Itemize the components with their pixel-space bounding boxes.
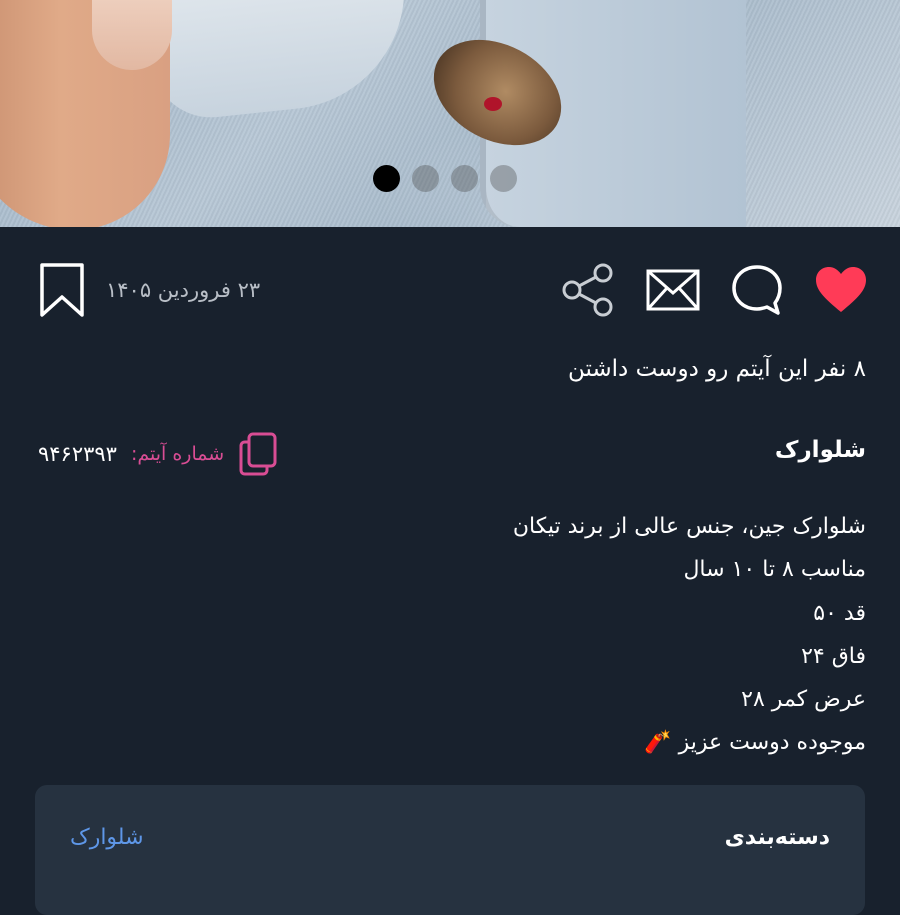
- description-line: قد ۵۰: [813, 600, 866, 626]
- category-link[interactable]: شلوارک: [70, 825, 144, 850]
- post-actions: [560, 262, 868, 318]
- copy-icon[interactable]: [238, 432, 278, 476]
- heart-icon[interactable]: [814, 266, 868, 314]
- post-date: ۲۳ فروردین ۱۴۰۵: [106, 278, 261, 302]
- category-card: دسته‌بندی شلوارک: [35, 785, 865, 915]
- product-photo[interactable]: [0, 0, 900, 227]
- item-number: ۹۴۶۲۳۹۳: [38, 442, 117, 466]
- item-title: شلوارک: [774, 437, 866, 463]
- date-area: ۲۳ فروردین ۱۴۰۵: [38, 262, 260, 318]
- description-line: شلوارک جین، جنس عالی از برند تیکان: [512, 514, 866, 539]
- item-number-label: شماره آیتم:: [130, 443, 225, 465]
- category-label: دسته‌بندی: [724, 825, 830, 850]
- denim-fold: [143, 0, 417, 124]
- gallery-dot-4[interactable]: [490, 165, 517, 192]
- envelope-icon[interactable]: [646, 269, 700, 311]
- jeans-button-dot: [484, 97, 502, 111]
- gallery-pagination: [373, 165, 517, 192]
- description-line: مناسب ۸ تا ۱۰ سال: [683, 557, 866, 583]
- gallery-dot-1[interactable]: [373, 165, 400, 192]
- item-number-row[interactable]: ۹۴۶۲۳۹۳ شماره آیتم:: [38, 432, 278, 476]
- share-icon[interactable]: [560, 263, 616, 317]
- likes-count[interactable]: ۸ نفر این آیتم رو دوست داشتن: [568, 356, 866, 382]
- gallery-dot-3[interactable]: [451, 165, 478, 192]
- description-line: عرض کمر ۲۸: [741, 687, 866, 713]
- description-line: موجوده دوست عزیز 🧨: [644, 730, 866, 756]
- description-line: فاق ۲۴: [801, 643, 866, 669]
- bookmark-icon[interactable]: [38, 262, 86, 318]
- item-description: شلوارک جین، جنس عالی از برند تیکان مناسب…: [46, 505, 866, 765]
- comment-icon[interactable]: [730, 263, 784, 317]
- gallery-dot-2[interactable]: [412, 165, 439, 192]
